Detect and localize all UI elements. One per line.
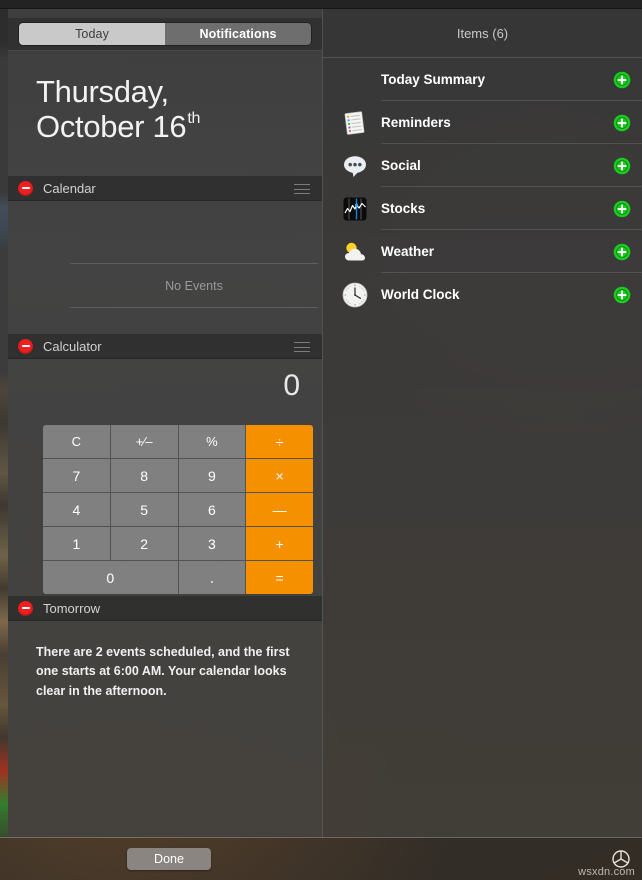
date-month-day: October 16: [36, 108, 187, 144]
calc-key-divide[interactable]: ÷: [246, 425, 313, 458]
desktop-bleed-strip: [0, 9, 8, 837]
calc-key-3[interactable]: 3: [178, 527, 246, 560]
calc-key-multiply[interactable]: ×: [246, 459, 313, 492]
items-panel: Items (6) Today Summary Reminders Social…: [322, 9, 642, 837]
widget-body-calculator: 0 C +⁄– % ÷ 7 8 9 × 4 5 6 — 1 2 3 + 0 . …: [8, 359, 322, 595]
widget-title-calendar: Calendar: [43, 180, 96, 196]
list-item-label: Today Summary: [381, 72, 486, 87]
widget-body-tomorrow: There are 2 events scheduled, and the fi…: [8, 621, 322, 837]
calc-key-8[interactable]: 8: [110, 459, 178, 492]
bottom-toolbar: Done wsxdn.com: [0, 838, 642, 880]
list-item-stocks[interactable]: Stocks: [323, 187, 642, 230]
today-panel: Today Notifications Thursday, October 16…: [8, 9, 322, 837]
plus-circle-icon[interactable]: [613, 157, 631, 175]
window-top-strip: [0, 0, 642, 9]
list-item-label: Social: [381, 158, 421, 173]
list-item-reminders[interactable]: Reminders: [323, 101, 642, 144]
done-button[interactable]: Done: [127, 848, 211, 870]
plus-circle-icon[interactable]: [613, 114, 631, 132]
calc-key-7[interactable]: 7: [43, 459, 110, 492]
calculator-display: 0: [283, 369, 300, 402]
items-list: Today Summary Reminders Social Stocks We…: [323, 58, 642, 316]
date-ordinal-suffix: th: [187, 109, 201, 127]
calc-key-sign[interactable]: +⁄–: [110, 425, 178, 458]
calc-key-decimal[interactable]: .: [178, 561, 246, 594]
stocks-icon: [341, 195, 369, 223]
reminders-icon: [341, 109, 369, 137]
calc-key-equals[interactable]: =: [246, 561, 313, 594]
world-clock-icon: [341, 281, 369, 309]
widget-header-calendar: Calendar: [8, 175, 322, 201]
list-item-label: Stocks: [381, 201, 426, 216]
calc-key-6[interactable]: 6: [178, 493, 246, 526]
list-item-label: Reminders: [381, 115, 451, 130]
drag-handle-icon[interactable]: [294, 184, 310, 194]
list-item-label: World Clock: [381, 287, 460, 302]
list-item-world-clock[interactable]: World Clock: [323, 273, 642, 316]
notification-center-window: Today Notifications Thursday, October 16…: [0, 0, 642, 880]
items-count-label: Items (6): [456, 25, 509, 41]
plus-circle-icon[interactable]: [613, 286, 631, 304]
widget-body-calendar: No Events: [8, 201, 322, 333]
calendar-empty-label: No Events: [165, 278, 223, 293]
minus-circle-icon[interactable]: [18, 600, 33, 616]
date-weekday: Thursday,: [36, 74, 169, 109]
widget-title-calculator: Calculator: [43, 338, 102, 354]
calc-key-5[interactable]: 5: [110, 493, 178, 526]
social-icon: [341, 152, 369, 180]
calc-key-clear[interactable]: C: [43, 425, 110, 458]
date-header: Thursday, October 16th: [8, 51, 322, 174]
items-panel-header: Items (6): [323, 9, 642, 58]
minus-circle-icon[interactable]: [18, 338, 33, 354]
calendar-empty-state: No Events: [70, 263, 318, 308]
tab-notifications[interactable]: Notifications: [165, 23, 311, 45]
weather-icon: [341, 238, 369, 266]
plus-circle-icon[interactable]: [613, 200, 631, 218]
calc-key-9[interactable]: 9: [178, 459, 246, 492]
list-item-social[interactable]: Social: [323, 144, 642, 187]
calculator-keypad: C +⁄– % ÷ 7 8 9 × 4 5 6 — 1 2 3 + 0 . =: [43, 425, 313, 594]
list-item-today-summary[interactable]: Today Summary: [323, 58, 642, 101]
widget-title-tomorrow: Tomorrow: [43, 600, 101, 616]
plus-circle-icon[interactable]: [613, 71, 631, 89]
tab-bar: Today Notifications: [8, 18, 322, 51]
tab-group: Today Notifications: [19, 23, 311, 45]
calc-key-add[interactable]: +: [246, 527, 313, 560]
date-month-day-line: October 16th: [36, 108, 322, 145]
calc-key-1[interactable]: 1: [43, 527, 110, 560]
list-item-weather[interactable]: Weather: [323, 230, 642, 273]
minus-circle-icon[interactable]: [18, 180, 33, 196]
plus-circle-icon[interactable]: [613, 243, 631, 261]
calc-key-subtract[interactable]: —: [246, 493, 313, 526]
calc-key-2[interactable]: 2: [110, 527, 178, 560]
calc-key-0[interactable]: 0: [43, 561, 178, 594]
calc-key-4[interactable]: 4: [43, 493, 110, 526]
list-item-label: Weather: [381, 244, 435, 259]
watermark: wsxdn.com: [578, 866, 635, 878]
widget-header-tomorrow: Tomorrow: [8, 595, 322, 621]
widget-header-calculator: Calculator: [8, 333, 322, 359]
tab-today[interactable]: Today: [19, 23, 165, 45]
calc-key-percent[interactable]: %: [178, 425, 246, 458]
drag-handle-icon[interactable]: [294, 342, 310, 352]
tomorrow-summary-text: There are 2 events scheduled, and the fi…: [36, 645, 290, 698]
